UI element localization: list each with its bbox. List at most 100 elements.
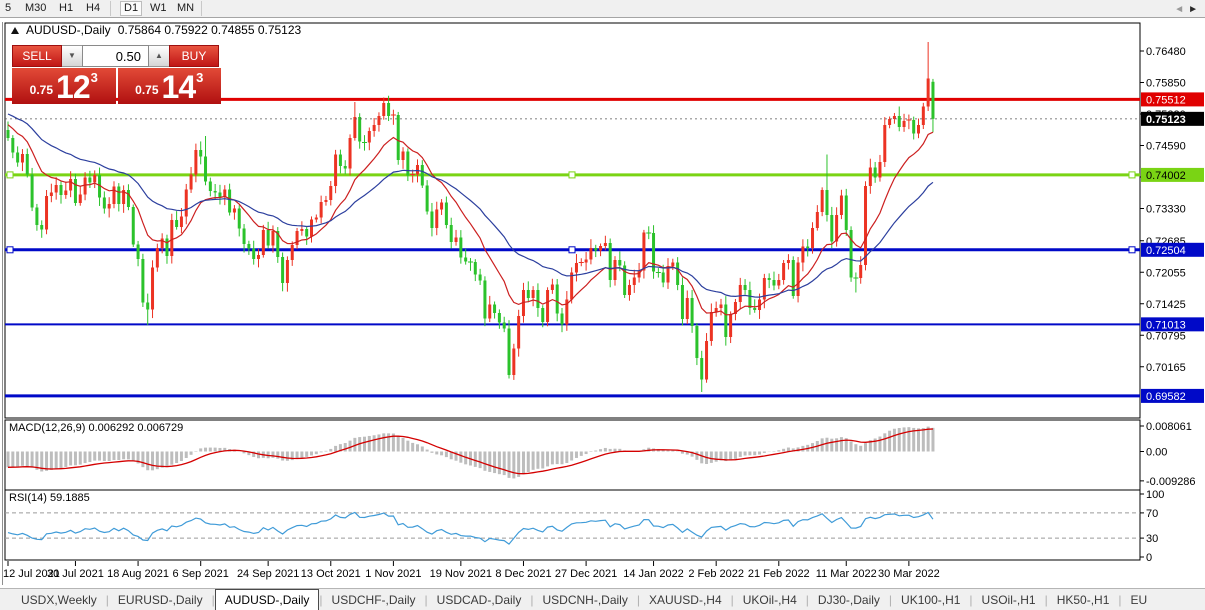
tab-usdx-weekly[interactable]: USDX,Weekly [12, 590, 106, 610]
tab-usdcad-daily[interactable]: USDCAD-,Daily [428, 590, 531, 610]
candle-body [103, 198, 106, 209]
line-drag-handle[interactable] [1129, 247, 1135, 253]
candle-body [652, 233, 655, 272]
candle-body [382, 103, 385, 116]
line-drag-handle[interactable] [569, 247, 575, 253]
candle-body [305, 229, 308, 237]
candle-body [93, 175, 96, 183]
candle-body [267, 230, 270, 246]
candle-body [633, 278, 636, 286]
tab-scroll-left-icon[interactable]: ◄ [1174, 4, 1188, 15]
timeframe-button-5[interactable]: 5 [2, 2, 14, 15]
toolbar-separator [201, 1, 202, 16]
candle-body [662, 273, 665, 283]
candle-body [329, 186, 332, 200]
buy-price-big: 14 [162, 72, 196, 102]
candle-body [397, 115, 400, 160]
candle-body [271, 231, 274, 246]
price-axis-label: 0.70165 [1146, 362, 1186, 374]
candle-body [291, 245, 294, 260]
tab-usdchf-daily[interactable]: USDCHF-,Daily [323, 590, 425, 610]
tab-hk50-h1[interactable]: HK50-,H1 [1048, 590, 1119, 610]
volume-input[interactable] [82, 45, 149, 67]
tab-uk100-h1[interactable]: UK100-,H1 [892, 590, 969, 610]
timeframe-button-W1[interactable]: W1 [147, 2, 170, 15]
sell-price-box[interactable]: 0.75 12 3 [12, 68, 116, 104]
tab-audusd-daily[interactable]: AUDUSD-,Daily [215, 589, 320, 610]
candle-body [445, 203, 448, 226]
candle-body [594, 248, 597, 251]
timeframe-button-H1[interactable]: H1 [56, 2, 76, 15]
candle-body [112, 187, 115, 205]
tab-usoil-h1[interactable]: USOil-,H1 [973, 590, 1045, 610]
tab-eu[interactable]: EU [1122, 590, 1157, 610]
candle-body [859, 265, 862, 278]
line-drag-handle[interactable] [569, 172, 575, 178]
line-drag-handle[interactable] [7, 172, 13, 178]
candle-body [676, 263, 679, 286]
buy-button[interactable]: BUY [169, 45, 219, 67]
tab-eurusd-daily[interactable]: EURUSD-,Daily [109, 590, 212, 610]
chart-title: AUDUSD-,Daily 0.75864 0.75922 0.74855 0.… [11, 23, 301, 37]
tab-ukoil-h4[interactable]: UKOil-,H4 [734, 590, 806, 610]
price-axis-label: 0.70795 [1146, 330, 1186, 342]
volume-decrease-button[interactable]: ▼ [62, 45, 82, 67]
candle-body [912, 120, 915, 134]
candle-body [165, 239, 168, 257]
timeframe-button-H4[interactable]: H4 [83, 2, 103, 15]
candle-body [671, 263, 674, 267]
candle-body [16, 153, 19, 163]
candle-body [430, 212, 433, 229]
candle-body [830, 215, 833, 242]
candle-body [141, 259, 144, 303]
candle-body [88, 178, 91, 183]
tab-dj30-daily[interactable]: DJ30-,Daily [809, 590, 889, 610]
candle-body [64, 191, 67, 196]
sell-button[interactable]: SELL [12, 45, 62, 67]
tab-usdcnh-daily[interactable]: USDCNH-,Daily [533, 590, 636, 610]
price-axis-label: 0.76480 [1146, 46, 1186, 58]
chart-tab-bar: USDX,Weekly|EURUSD-,Daily|AUDUSD-,Daily|… [0, 588, 1205, 610]
candle-body [585, 260, 588, 263]
candle-body [628, 285, 631, 295]
candle-body [922, 107, 925, 126]
tab-scroll-right-icon[interactable]: ► [1188, 4, 1202, 15]
candle-body [21, 154, 24, 163]
candle-body [609, 243, 612, 280]
timeframe-button-MN[interactable]: MN [174, 2, 197, 15]
line-drag-handle[interactable] [1129, 172, 1135, 178]
candle-body [512, 349, 515, 376]
date-axis-label: 30 Mar 2022 [878, 568, 940, 580]
candle-body [931, 82, 934, 119]
date-axis-label: 27 Dec 2021 [555, 568, 617, 580]
date-axis-label: 30 Jul 2021 [47, 568, 104, 580]
rsi-axis-label: 30 [1146, 533, 1158, 545]
volume-increase-button[interactable]: ▲ [149, 45, 169, 67]
candle-body [358, 117, 361, 142]
candle-body [739, 285, 742, 302]
candle-body [874, 168, 877, 178]
current-price-badge-text: 0.75123 [1146, 114, 1186, 126]
collapse-arrow-icon[interactable] [11, 27, 19, 34]
candle-body [281, 257, 284, 283]
line-drag-handle[interactable] [7, 247, 13, 253]
candle-body [353, 117, 356, 138]
candle-body [435, 210, 438, 229]
price-axis-label: 0.73330 [1146, 204, 1186, 216]
candle-body [243, 229, 246, 245]
candle-body [801, 247, 804, 263]
candle-body [503, 323, 506, 329]
timeframe-button-M30[interactable]: M30 [22, 2, 49, 15]
timeframe-button-D1[interactable]: D1 [120, 1, 142, 16]
macd-axis-label: -0.009286 [1146, 476, 1196, 488]
price-level-badge-text: 0.69582 [1146, 391, 1186, 403]
buy-price-box[interactable]: 0.75 14 3 [118, 68, 222, 104]
candle-body [878, 162, 881, 178]
candle-body [426, 186, 429, 212]
tab-scroll-buttons: ◄► [1174, 4, 1202, 15]
candle-body [344, 166, 347, 169]
tab-xauusd-h4[interactable]: XAUUSD-,H4 [640, 590, 731, 610]
candle-body [416, 165, 419, 175]
candle-body [180, 217, 183, 228]
candle-body [26, 154, 29, 175]
